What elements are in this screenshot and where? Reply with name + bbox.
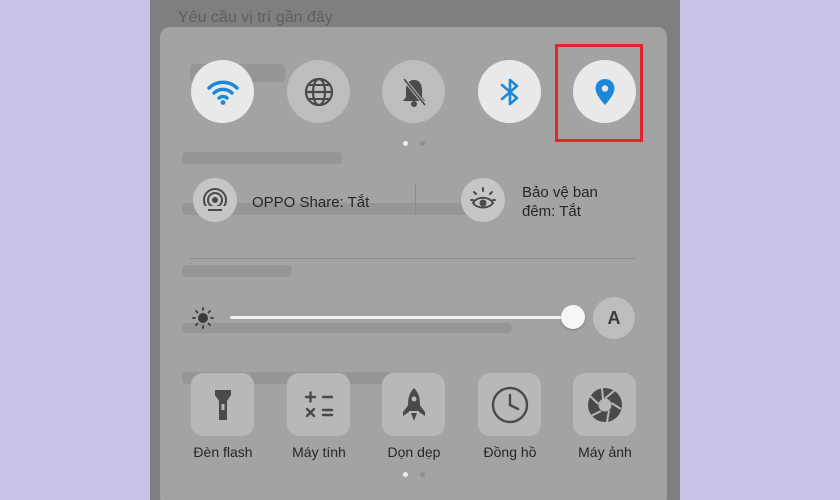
flashlight-icon [214, 389, 231, 420]
calculator-icon [304, 390, 333, 417]
clock-icon [491, 386, 528, 423]
clock-label: Đồng hồ [483, 444, 537, 460]
clock-button[interactable] [478, 373, 541, 436]
bluetooth-icon [500, 78, 518, 105]
silent-mode-toggle[interactable] [382, 60, 445, 123]
bell-off-icon [402, 77, 426, 107]
ghost-background-text [182, 323, 512, 333]
camera-button[interactable] [573, 373, 636, 436]
oppo-share-label: OPPO Share: Tắt [252, 194, 370, 211]
night-shield-label-line1: Bảo vệ ban [522, 184, 598, 201]
wifi-icon [206, 80, 239, 105]
mobile-data-toggle[interactable] [287, 60, 350, 123]
calculator-label: Máy tính [292, 444, 346, 460]
background-recent-location-text: Yêu cầu vị trí gần đây [178, 9, 333, 26]
section-divider [190, 258, 635, 259]
bluetooth-toggle[interactable] [478, 60, 541, 123]
camera-label: Máy ảnh [578, 444, 632, 460]
location-toggle-highlight-box [555, 44, 643, 142]
brightness-slider-thumb[interactable] [561, 305, 585, 329]
cleaner-button[interactable] [382, 373, 445, 436]
page-indicator-dot-active [403, 141, 408, 146]
page-indicator-dot [420, 141, 425, 146]
wifi-toggle[interactable] [191, 60, 254, 123]
flashlight-label: Đèn flash [193, 444, 253, 460]
ghost-background-text [182, 152, 342, 164]
auto-brightness-button[interactable]: A [593, 297, 635, 339]
page-indicator-dot [420, 472, 425, 477]
share-icon [203, 188, 227, 213]
sun-icon [192, 307, 214, 329]
night-shield-label-line2: đêm: Tắt [522, 203, 581, 220]
rocket-icon [402, 387, 425, 421]
globe-icon [304, 77, 333, 106]
night-shield-label: Bảo vệ ban đêm: Tắt [522, 183, 598, 221]
eye-shield-icon [470, 187, 496, 209]
brightness-slider-track[interactable] [230, 316, 580, 319]
vertical-divider [415, 183, 416, 215]
page-indicator-dot-active [403, 472, 408, 477]
ghost-background-text [182, 265, 292, 277]
flashlight-button[interactable] [191, 373, 254, 436]
oppo-share-button[interactable] [193, 178, 237, 222]
camera-aperture-icon [587, 387, 622, 422]
calculator-button[interactable] [287, 373, 350, 436]
night-shield-button[interactable] [461, 178, 505, 222]
cleaner-label: Dọn dẹp [387, 444, 441, 460]
